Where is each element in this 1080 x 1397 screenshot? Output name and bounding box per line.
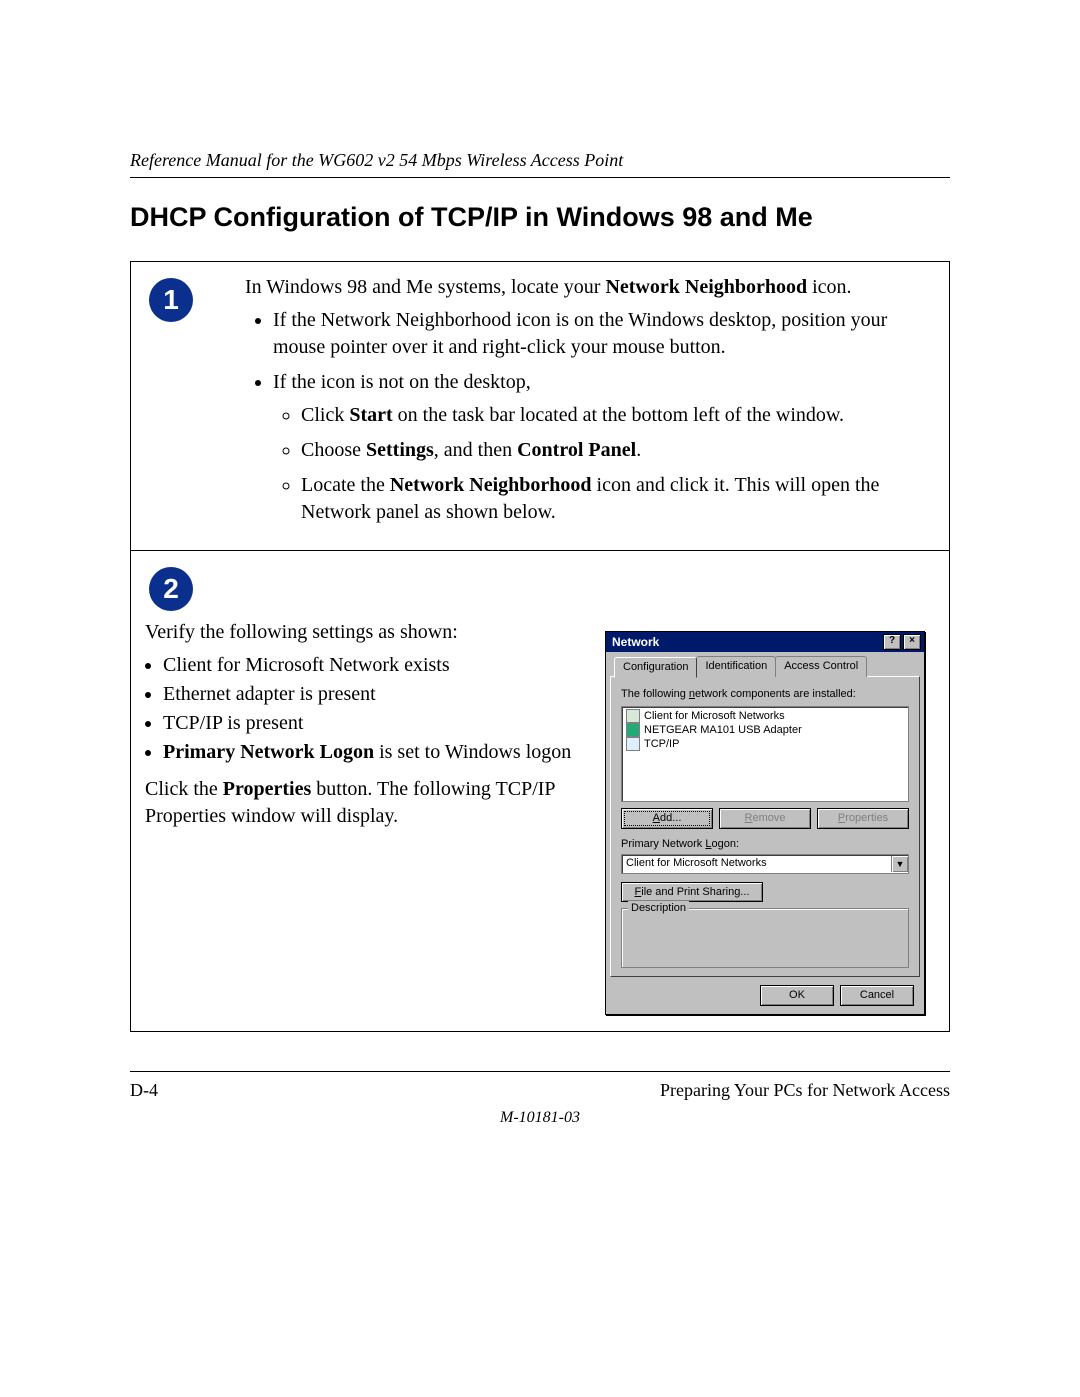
text-bold: Network Neighborhood <box>605 276 807 298</box>
list-item[interactable]: NETGEAR MA101 USB Adapter <box>624 723 906 737</box>
text: Locate the <box>301 474 390 496</box>
step1-bullet-2: If the icon is not on the desktop, Click… <box>273 369 935 526</box>
network-dialog: Network ? × Configuration Ide <box>605 631 925 1015</box>
text: icon. <box>807 276 851 298</box>
text: , and then <box>434 439 517 461</box>
ok-button[interactable]: OK <box>760 985 834 1006</box>
components-listbox[interactable]: Client for Microsoft Networks NETGEAR MA… <box>621 706 909 802</box>
verify-item: Ethernet adapter is present <box>163 681 591 708</box>
text: emove <box>752 812 785 824</box>
components-label: The following network components are ins… <box>621 687 909 702</box>
text-bold: Network Neighborhood <box>390 474 592 496</box>
text: ile and Print Sharing... <box>641 886 749 898</box>
text: ogon: <box>711 838 739 850</box>
step1-intro: In Windows 98 and Me systems, locate you… <box>245 274 935 301</box>
list-item[interactable]: Client for Microsoft Networks <box>624 709 906 723</box>
verify-item: TCP/IP is present <box>163 710 591 737</box>
chevron-down-icon[interactable]: ▼ <box>891 856 908 872</box>
verify-item: Client for Microsoft Network exists <box>163 652 591 679</box>
text: on the task bar located at the bottom le… <box>393 404 844 426</box>
description-label: Description <box>628 901 689 916</box>
add-button[interactable]: Add... <box>621 808 713 829</box>
list-item-label: TCP/IP <box>644 737 679 751</box>
tab-configuration[interactable]: Configuration <box>614 657 697 678</box>
footer-section-title: Preparing Your PCs for Network Access <box>660 1080 950 1101</box>
verify-intro: Verify the following settings as shown: <box>145 619 591 646</box>
document-number: M-10181-03 <box>130 1109 950 1127</box>
primary-logon-label: Primary Network Logon: <box>621 837 909 852</box>
dialog-titlebar[interactable]: Network ? × <box>606 632 924 652</box>
steps-table: 1 In Windows 98 and Me systems, locate y… <box>130 261 950 1032</box>
close-button[interactable]: × <box>903 634 921 650</box>
remove-button: Remove <box>719 808 811 829</box>
click-properties-text: Click the Properties button. The followi… <box>145 776 591 830</box>
text: dd... <box>660 812 681 824</box>
section-title: DHCP Configuration of TCP/IP in Windows … <box>130 202 950 233</box>
file-print-sharing-button[interactable]: File and Print Sharing... <box>621 882 763 903</box>
primary-logon-combo[interactable]: Client for Microsoft Networks ▼ <box>621 854 909 874</box>
dialog-title: Network <box>612 634 659 650</box>
tab-panel-configuration: The following network components are ins… <box>610 676 920 977</box>
text: etwork components are installed: <box>695 688 856 700</box>
step-1-badge: 1 <box>149 278 193 322</box>
page-footer: D-4 Preparing Your PCs for Network Acces… <box>130 1071 950 1127</box>
page-number: D-4 <box>130 1080 158 1101</box>
step1-sub-1: Click Start on the task bar located at t… <box>301 402 935 429</box>
adapter-icon <box>626 723 640 737</box>
text: If the icon is not on the desktop, <box>273 371 531 393</box>
text: . <box>636 439 641 461</box>
text-bold: Control Panel <box>517 439 636 461</box>
text: Choose <box>301 439 366 461</box>
tab-identification[interactable]: Identification <box>696 656 776 677</box>
cancel-button[interactable]: Cancel <box>840 985 914 1006</box>
text: is set to Windows logon <box>374 741 571 763</box>
list-item[interactable]: TCP/IP <box>624 737 906 751</box>
step1-sub-3: Locate the Network Neighborhood icon and… <box>301 472 935 526</box>
verify-item: Primary Network Logon is set to Windows … <box>163 739 591 766</box>
text: Click <box>301 404 349 426</box>
document-page: Reference Manual for the WG602 v2 54 Mbp… <box>0 0 1080 1397</box>
description-group: Description <box>621 908 909 968</box>
list-item-label: Client for Microsoft Networks <box>644 709 785 723</box>
text: roperties <box>845 812 888 824</box>
text-bold: Primary Network Logon <box>163 741 374 763</box>
list-item-label: NETGEAR MA101 USB Adapter <box>644 723 802 737</box>
tab-access-control[interactable]: Access Control <box>775 656 867 677</box>
step-2-badge: 2 <box>149 567 193 611</box>
properties-button: Properties <box>817 808 909 829</box>
text-bold: Properties <box>223 778 312 800</box>
mnemonic: A <box>653 812 660 824</box>
text: Click the <box>145 778 223 800</box>
protocol-icon <box>626 737 640 751</box>
text-bold: Start <box>349 404 392 426</box>
text: The following <box>621 688 689 700</box>
step1-sub-2: Choose Settings, and then Control Panel. <box>301 437 935 464</box>
step1-bullet-1: If the Network Neighborhood icon is on t… <box>273 307 935 361</box>
help-button[interactable]: ? <box>883 634 901 650</box>
text-bold: Settings <box>366 439 434 461</box>
footer-rule <box>130 1071 950 1072</box>
combo-value: Client for Microsoft Networks <box>622 856 891 871</box>
client-icon <box>626 709 640 723</box>
header-rule <box>130 177 950 178</box>
running-header: Reference Manual for the WG602 v2 54 Mbp… <box>130 150 950 171</box>
text: Primary Network <box>621 838 705 850</box>
tab-strip: Configuration Identification Access Cont… <box>614 656 920 677</box>
text: In Windows 98 and Me systems, locate you… <box>245 276 605 298</box>
